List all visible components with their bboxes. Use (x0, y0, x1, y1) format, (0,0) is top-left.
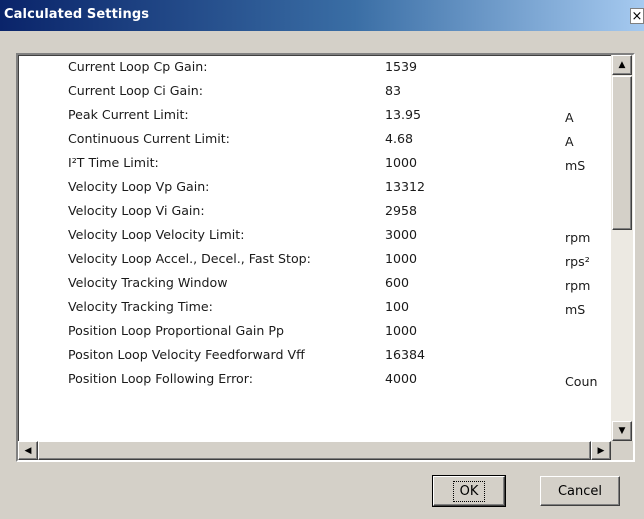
setting-value: 1539 (385, 59, 418, 74)
setting-value: 3000 (385, 227, 418, 242)
arrow-up-icon: ▲ (618, 60, 626, 70)
setting-label: Current Loop Ci Gain: (68, 83, 204, 98)
settings-row: Continuous Current Limit: 4.68 A (18, 127, 611, 151)
setting-unit: mS (565, 158, 586, 173)
setting-value: 13312 (385, 179, 426, 194)
scroll-right-button[interactable]: ▶ (591, 441, 611, 460)
setting-unit: mS (565, 302, 586, 317)
settings-row: Velocity Tracking Time: 100 mS (18, 295, 611, 319)
setting-label: I²T Time Limit: (68, 155, 159, 170)
settings-row: Peak Current Limit: 13.95 A (18, 103, 611, 127)
setting-unit: A (565, 134, 574, 149)
settings-row: Position Loop Following Error: 4000 Coun (18, 367, 611, 391)
title-bar: Calculated Settings × (0, 0, 644, 31)
close-button[interactable]: × (630, 8, 644, 24)
dialog-title: Calculated Settings (4, 7, 150, 22)
calculated-settings-dialog: Calculated Settings × Current Loop Cp Ga… (0, 0, 644, 519)
ok-button[interactable]: OK (432, 475, 506, 507)
close-icon: × (631, 8, 643, 24)
setting-label: Velocity Loop Vp Gain: (68, 179, 210, 194)
setting-unit: rpm (565, 230, 591, 245)
setting-label: Velocity Loop Velocity Limit: (68, 227, 245, 242)
setting-value: 13.95 (385, 107, 422, 122)
setting-value: 4.68 (385, 131, 414, 146)
settings-row: Velocity Loop Vp Gain: 13312 (18, 175, 611, 199)
settings-row: Velocity Tracking Window 600 rpm (18, 271, 611, 295)
scroll-down-button[interactable]: ▼ (612, 421, 632, 441)
setting-label: Velocity Tracking Time: (68, 299, 213, 314)
vertical-scrollbar[interactable]: ▲ ▼ (611, 55, 633, 441)
scrollbar-corner (611, 441, 633, 460)
cancel-button-label: Cancel (557, 483, 603, 499)
settings-list: Current Loop Cp Gain: 1539 Current Loop … (18, 55, 611, 441)
setting-value: 1000 (385, 251, 418, 266)
arrow-down-icon: ▼ (618, 426, 626, 436)
scroll-up-button[interactable]: ▲ (612, 55, 632, 75)
setting-value: 100 (385, 299, 410, 314)
setting-label: Peak Current Limit: (68, 107, 189, 122)
setting-value: 1000 (385, 323, 418, 338)
setting-label: Velocity Tracking Window (68, 275, 228, 290)
setting-value: 4000 (385, 371, 418, 386)
setting-value: 600 (385, 275, 410, 290)
settings-row: Current Loop Ci Gain: 83 (18, 79, 611, 103)
setting-value: 1000 (385, 155, 418, 170)
setting-value: 2958 (385, 203, 418, 218)
setting-unit: rps² (565, 254, 590, 269)
setting-unit: rpm (565, 278, 591, 293)
scroll-left-button[interactable]: ◀ (18, 441, 38, 460)
setting-label: Velocity Loop Vi Gain: (68, 203, 205, 218)
setting-unit: Coun (565, 374, 598, 389)
settings-row: Velocity Loop Vi Gain: 2958 (18, 199, 611, 223)
arrow-left-icon: ◀ (24, 445, 32, 456)
horizontal-scrollbar[interactable]: ◀ ▶ (18, 441, 611, 460)
vertical-scroll-thumb[interactable] (612, 76, 632, 230)
settings-row: Position Loop Proportional Gain Pp 1000 (18, 319, 611, 343)
settings-row: Velocity Loop Accel., Decel., Fast Stop:… (18, 247, 611, 271)
arrow-right-icon: ▶ (597, 445, 605, 456)
setting-label: Current Loop Cp Gain: (68, 59, 208, 74)
settings-row: Current Loop Cp Gain: 1539 (18, 55, 611, 79)
settings-row: I²T Time Limit: 1000 mS (18, 151, 611, 175)
settings-list-panel: Current Loop Cp Gain: 1539 Current Loop … (16, 53, 635, 462)
setting-unit: A (565, 110, 574, 125)
setting-label: Velocity Loop Accel., Decel., Fast Stop: (68, 251, 311, 266)
setting-label: Positon Loop Velocity Feedforward Vff (68, 347, 305, 362)
horizontal-scroll-thumb[interactable] (38, 441, 591, 460)
setting-value: 83 (385, 83, 402, 98)
setting-value: 16384 (385, 347, 426, 362)
setting-label: Position Loop Following Error: (68, 371, 253, 386)
setting-label: Position Loop Proportional Gain Pp (68, 323, 284, 338)
settings-row: Velocity Loop Velocity Limit: 3000 rpm (18, 223, 611, 247)
ok-button-label: OK (452, 480, 486, 502)
cancel-button[interactable]: Cancel (540, 476, 620, 506)
setting-label: Continuous Current Limit: (68, 131, 230, 146)
settings-row: Positon Loop Velocity Feedforward Vff 16… (18, 343, 611, 367)
